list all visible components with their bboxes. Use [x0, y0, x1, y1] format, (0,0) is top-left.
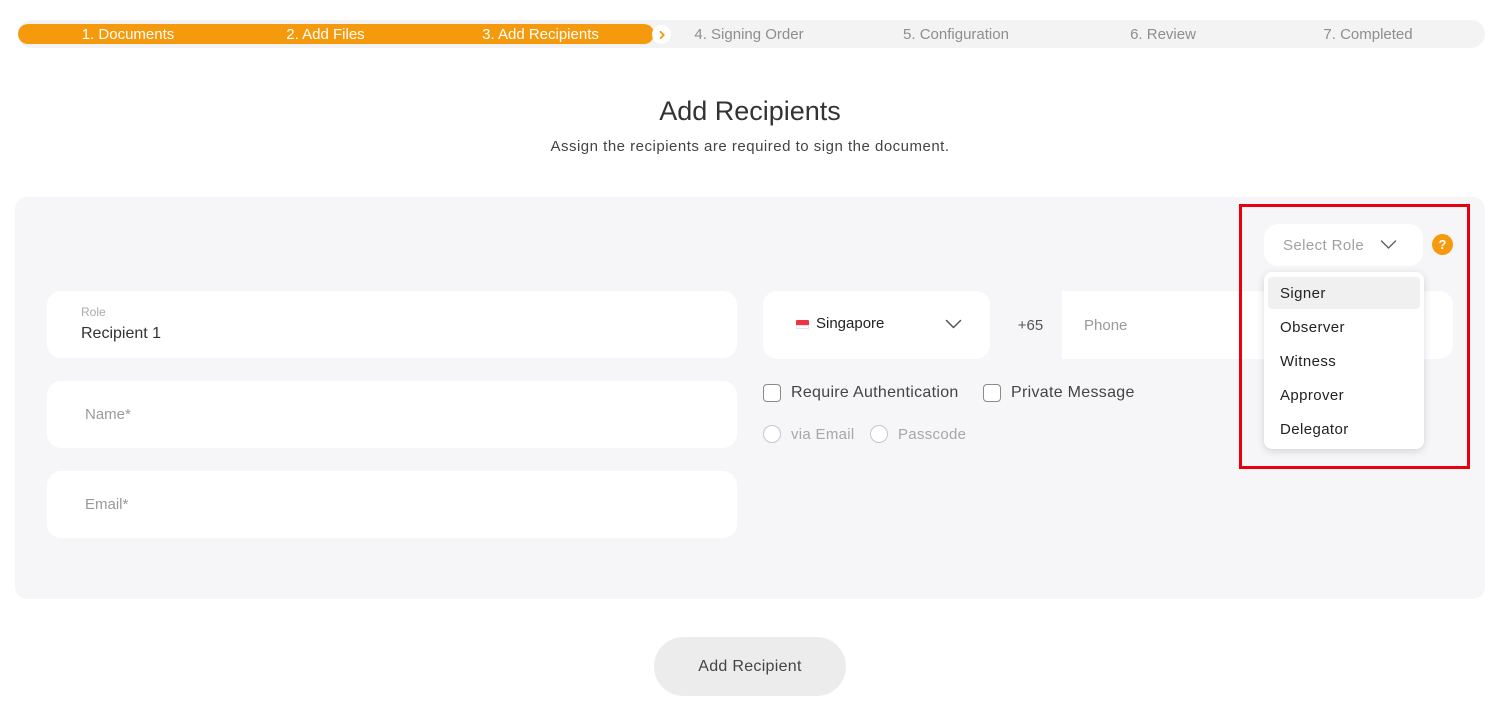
via-email-radio[interactable]: [763, 425, 781, 443]
role-option-approver[interactable]: Approver: [1268, 379, 1420, 411]
select-role-dropdown[interactable]: Select Role: [1264, 224, 1423, 266]
private-message-label: Private Message: [1011, 384, 1135, 401]
step-add-recipients[interactable]: 3. Add Recipients: [458, 20, 623, 48]
chevron-right-icon: [652, 25, 671, 44]
email-placeholder: Email*: [85, 496, 129, 513]
step-signing-order[interactable]: 4. Signing Order: [678, 20, 820, 48]
require-authentication-option[interactable]: Require Authentication: [763, 384, 959, 402]
progress-stepper: 1. Documents 2. Add Files 3. Add Recipie…: [18, 20, 1485, 48]
step-completed[interactable]: 7. Completed: [1308, 20, 1428, 48]
chevron-down-icon: [1380, 240, 1397, 249]
role-field-label: Role: [81, 305, 106, 319]
role-options-menu: Signer Observer Witness Approver Delegat…: [1264, 272, 1424, 449]
private-message-checkbox[interactable]: [983, 384, 1001, 402]
require-authentication-label: Require Authentication: [791, 384, 959, 401]
select-role-placeholder: Select Role: [1283, 237, 1365, 254]
step-documents[interactable]: 1. Documents: [58, 20, 198, 48]
via-email-label: via Email: [791, 425, 855, 443]
passcode-label: Passcode: [898, 425, 967, 443]
require-authentication-checkbox[interactable]: [763, 384, 781, 402]
via-email-option[interactable]: via Email: [763, 425, 855, 443]
role-option-signer[interactable]: Signer: [1268, 277, 1420, 309]
private-message-option[interactable]: Private Message: [983, 384, 1135, 402]
chevron-down-icon: [945, 319, 962, 329]
country-select[interactable]: Singapore: [763, 291, 990, 359]
country-name: Singapore: [816, 315, 885, 332]
role-field-value: Recipient 1: [81, 325, 162, 342]
passcode-radio[interactable]: [870, 425, 888, 443]
step-configuration[interactable]: 5. Configuration: [883, 20, 1029, 48]
name-placeholder: Name*: [85, 406, 131, 423]
help-icon[interactable]: ?: [1432, 234, 1453, 255]
role-option-witness[interactable]: Witness: [1268, 345, 1420, 377]
email-field[interactable]: Email*: [47, 471, 737, 538]
step-add-files[interactable]: 2. Add Files: [268, 20, 383, 48]
name-field[interactable]: Name*: [47, 381, 737, 448]
dial-code: +65: [999, 291, 1062, 359]
passcode-option[interactable]: Passcode: [870, 425, 966, 443]
role-field[interactable]: Role Recipient 1: [47, 291, 737, 358]
page-title: Add Recipients: [659, 96, 841, 126]
phone-placeholder: Phone: [1084, 316, 1128, 334]
singapore-flag-icon: [796, 320, 809, 329]
step-review[interactable]: 6. Review: [1118, 20, 1208, 48]
page-subtitle: Assign the recipients are required to si…: [550, 138, 950, 155]
role-option-observer[interactable]: Observer: [1268, 311, 1420, 343]
add-recipient-button[interactable]: Add Recipient: [654, 637, 846, 696]
role-option-delegator[interactable]: Delegator: [1268, 413, 1420, 445]
